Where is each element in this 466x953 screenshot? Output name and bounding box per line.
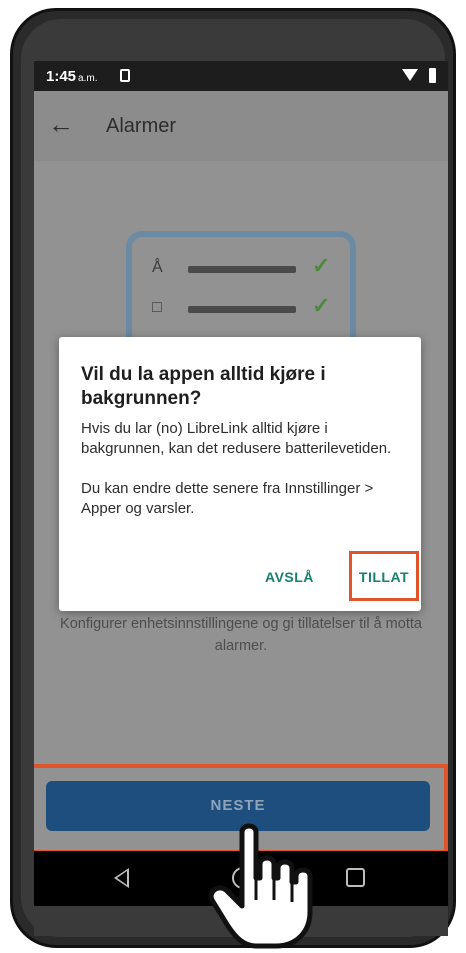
illustration-line bbox=[188, 266, 296, 273]
status-ampm: a.m. bbox=[78, 73, 98, 84]
phone-screen: 1:45 a.m. ← Alarmer Å ✓ □ ✓ Konfigurer en… bbox=[34, 61, 448, 933]
dialog-body: Hvis du lar (no) LibreLink alltid kjøre … bbox=[81, 420, 392, 517]
battery-icon bbox=[429, 68, 436, 83]
bluetooth-icon: Å bbox=[152, 259, 163, 276]
status-bar: 1:45 a.m. bbox=[34, 61, 448, 91]
nav-recent-apps-icon[interactable] bbox=[346, 868, 365, 887]
illustration-row: □ ✓ bbox=[152, 293, 342, 319]
sim-card-icon bbox=[120, 69, 130, 82]
nav-back-icon-inner bbox=[117, 871, 127, 885]
background-permission-dialog: Vil du la appen alltid kjøre i bakgrunne… bbox=[59, 337, 421, 611]
pointing-hand-icon bbox=[208, 823, 313, 949]
illustration-line bbox=[188, 306, 296, 313]
dialog-title: Vil du la appen alltid kjøre i bakgrunne… bbox=[81, 364, 326, 409]
status-time: 1:45 a.m. bbox=[46, 68, 97, 85]
app-header: ← Alarmer bbox=[34, 91, 448, 161]
wifi-icon bbox=[402, 69, 418, 81]
description-text: Konfigurer enhetsinnstillingene og gi ti… bbox=[60, 616, 422, 654]
illustration-row: Å ✓ bbox=[152, 253, 342, 279]
back-arrow-icon[interactable]: ← bbox=[48, 109, 74, 140]
deny-button[interactable]: AVSLÅ bbox=[265, 569, 314, 585]
checkmark-icon: ✓ bbox=[312, 293, 331, 318]
status-time-value: 1:45 bbox=[46, 68, 77, 85]
page-title: Alarmer bbox=[106, 115, 177, 137]
checkmark-icon: ✓ bbox=[312, 253, 331, 278]
allow-button-highlight bbox=[349, 551, 419, 601]
notification-icon: □ bbox=[152, 299, 162, 316]
